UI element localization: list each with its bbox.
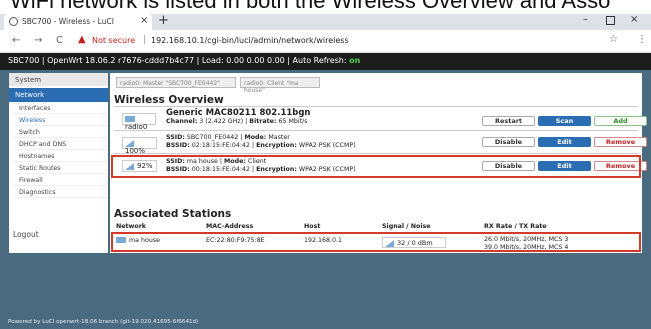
highlight-box	[111, 155, 641, 178]
network-row-master: 100% SSID: SBC700_FE0442 | Mode: Master …	[114, 133, 647, 155]
sidebar-item-diagnostics[interactable]: Diagnostics	[13, 187, 108, 198]
sidebar-item-static-routes[interactable]: Static Routes	[13, 163, 108, 174]
edit-button[interactable]: Edit	[538, 137, 591, 147]
stations-header: Network MAC-Address Host Signal / Noise …	[114, 223, 638, 232]
sidebar-item-interfaces[interactable]: Interfaces	[13, 103, 108, 114]
radio-info: Generic MAC80211 802.11bgn Channel: 3 (2…	[166, 108, 311, 125]
radio-device: radio0	[122, 113, 156, 131]
sidebar: System Network Interfaces Wireless Switc…	[9, 73, 108, 253]
forward-arrow-icon[interactable]: →	[34, 35, 42, 46]
browser-menu-icon[interactable]: ⋮	[637, 34, 647, 45]
status-line: SBC700 | OpenWrt 18.06.2 r7676-cddd7b4c7…	[8, 56, 360, 65]
minimize-icon[interactable]: –	[583, 14, 588, 25]
column-rates: RX Rate / TX Rate	[484, 223, 547, 230]
window-close-icon[interactable]: ×	[630, 14, 638, 25]
signal-quality: 100%	[122, 137, 157, 155]
remove-button[interactable]: Remove	[594, 137, 647, 147]
divider	[114, 106, 638, 107]
radio-name: Generic MAC80211 802.11bgn	[166, 108, 311, 118]
tab-radio0-client[interactable]: radio0: Client "ma house"	[240, 77, 320, 94]
divider	[114, 153, 638, 154]
auto-refresh-toggle[interactable]: on	[349, 56, 360, 65]
signal-icon	[125, 139, 134, 147]
sidebar-item-dhcp-dns[interactable]: DHCP and DNS	[13, 139, 108, 150]
sidebar-item-hostnames[interactable]: Hostnames	[13, 151, 108, 162]
not-secure-label[interactable]: Not secure	[92, 36, 135, 45]
favicon-icon	[9, 17, 18, 26]
caption-text: WiFi network is listed in both the Wirel…	[10, 0, 611, 13]
column-network: Network	[116, 223, 146, 230]
radio-row: radio0 Generic MAC80211 802.11bgn Channe…	[114, 108, 647, 131]
disable-button[interactable]: Disable	[482, 137, 535, 147]
scan-button[interactable]: Scan	[538, 116, 591, 126]
associated-stations-title: Associated Stations	[114, 208, 232, 220]
status-prefix: SBC700 | OpenWrt 18.06.2 r7676-cddd7b4c7…	[8, 56, 350, 65]
address-bar: ← → C ▲ Not secure | 192.168.10.1/cgi-bi…	[0, 30, 651, 53]
luci-status-header: SBC700 | OpenWrt 18.06.2 r7676-cddd7b4c7…	[0, 53, 651, 70]
column-host: Host	[304, 223, 321, 230]
column-signal-noise: Signal / Noise	[382, 223, 431, 230]
logout-link[interactable]: Logout	[9, 230, 108, 239]
sidebar-item-network[interactable]: Network	[9, 88, 108, 102]
tab-radio0-master[interactable]: radio0: Master "SBC700_FE0442"	[116, 77, 236, 88]
sidebar-item-switch[interactable]: Switch	[13, 127, 108, 138]
add-button[interactable]: Add	[594, 116, 647, 126]
sidebar-item-firewall[interactable]: Firewall	[13, 175, 108, 186]
sidebar-item-system[interactable]: System	[9, 73, 108, 87]
url-separator: |	[143, 35, 147, 45]
wireless-overview-title: Wireless Overview	[114, 94, 224, 106]
tab-close-icon[interactable]: ×	[140, 15, 148, 26]
warning-icon[interactable]: ▲	[78, 34, 86, 45]
divider	[114, 130, 638, 131]
caption-strip: WiFi network is listed in both the Wirel…	[0, 0, 651, 14]
main-content: radio0: Master "SBC700_FE0442" radio0: C…	[110, 73, 647, 253]
column-mac: MAC-Address	[206, 223, 254, 230]
tab-title: SBC700 - Wireless - LuCI	[22, 17, 114, 26]
browser-tabbar: SBC700 - Wireless - LuCI × + – ×	[0, 13, 651, 30]
reload-icon[interactable]: C	[56, 35, 63, 46]
maximize-icon[interactable]	[606, 16, 615, 25]
new-tab-button[interactable]: +	[158, 13, 169, 28]
network-info: SSID: SBC700_FE0442 | Mode: Master BSSID…	[166, 134, 356, 149]
footer-text[interactable]: Powered by LuCI openwrt-18.06 branch (gi…	[8, 319, 198, 325]
url-input[interactable]: 192.168.10.1/cgi-bin/luci/admin/network/…	[151, 36, 349, 45]
restart-button[interactable]: Restart	[482, 116, 535, 126]
browser-tab[interactable]: SBC700 - Wireless - LuCI ×	[4, 14, 152, 30]
back-arrow-icon[interactable]: ←	[12, 35, 20, 46]
highlight-box	[111, 232, 641, 252]
sidebar-item-wireless[interactable]: Wireless	[13, 115, 108, 126]
radio-icon	[125, 116, 135, 122]
bookmark-star-icon[interactable]: ☆	[609, 34, 618, 45]
